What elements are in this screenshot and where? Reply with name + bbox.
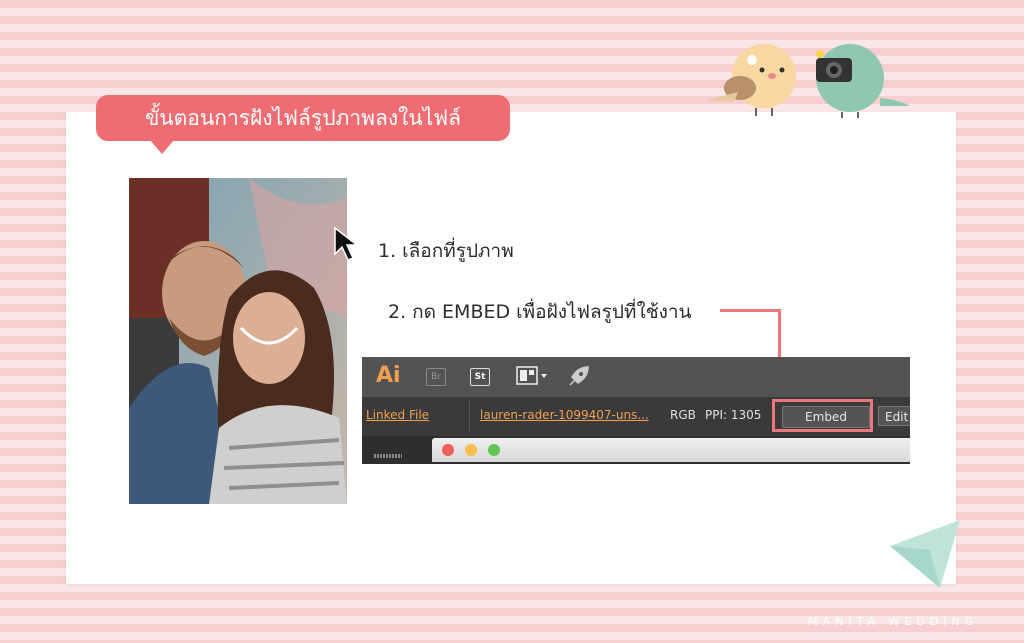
control-bar: Linked File lauren-rader-1099407-uns... … (362, 397, 910, 436)
bridge-icon[interactable]: Br (426, 368, 446, 386)
color-mode-label: RGB (670, 408, 696, 422)
couple-photo[interactable] (129, 178, 347, 504)
callout-line (720, 309, 780, 312)
birds-decoration (706, 44, 910, 118)
arrange-documents-icon[interactable] (516, 366, 550, 386)
stock-icon[interactable]: St (470, 368, 490, 386)
step-2-text: 2. กด EMBED เพื่อฝังไฟลรูปที่ใช้งาน (388, 301, 692, 323)
step-1-text: 1. เลือกที่รูปภาพ (378, 240, 514, 262)
rocket-icon[interactable] (566, 365, 590, 389)
file-name-link[interactable]: lauren-rader-1099407-uns... (480, 408, 649, 422)
panel-grip[interactable] (374, 454, 402, 458)
document-window-bar (362, 436, 910, 464)
illustrator-app-bar: Ai Br St (362, 357, 910, 397)
close-window-icon[interactable] (442, 444, 454, 456)
minimize-window-icon[interactable] (465, 444, 477, 456)
folded-corner (890, 520, 960, 588)
cursor-arrow-icon (334, 226, 360, 261)
title-banner: ขั้นตอนการฝังไฟล์รูปภาพลงในไฟล์ (96, 95, 510, 141)
control-divider (469, 401, 470, 432)
watermark: MANITA WEDDING (808, 615, 979, 628)
ppi-label: PPI: 1305 (705, 408, 762, 422)
document-title-bar (432, 438, 910, 462)
illustrator-logo: Ai (376, 363, 401, 388)
edit-original-button[interactable]: Edit (878, 406, 910, 426)
linked-file-link[interactable]: Linked File (366, 408, 429, 422)
embed-highlight-box (772, 399, 873, 432)
maximize-window-icon[interactable] (488, 444, 500, 456)
banner-tail (150, 140, 174, 154)
